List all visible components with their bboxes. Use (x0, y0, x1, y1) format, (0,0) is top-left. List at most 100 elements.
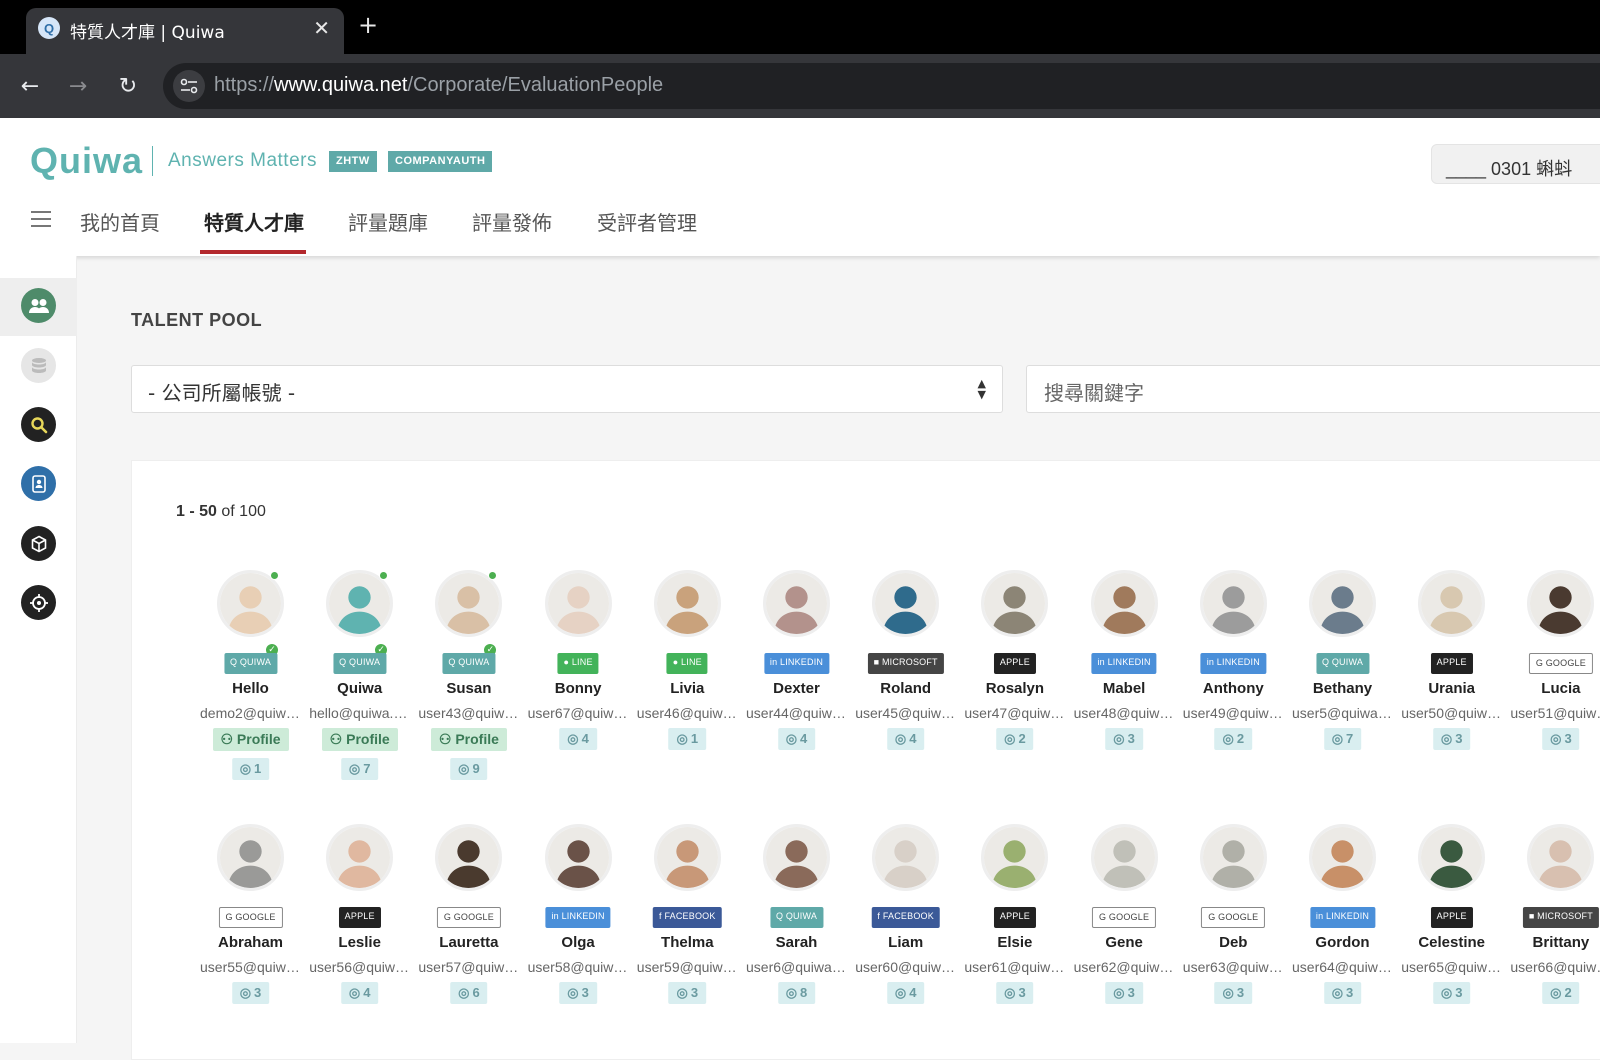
fingerprint-count-badge[interactable]: ◎ 7 (340, 758, 379, 780)
person-card[interactable]: ● LINE Livia user46@quiwa.net ◎1 (633, 570, 742, 800)
person-card[interactable]: ● LINE Bonny user67@quiwa.net ◎4 (524, 570, 633, 800)
avatar[interactable] (1090, 570, 1158, 637)
tab-assessee-management[interactable]: 受評者管理 (597, 207, 697, 236)
tab-publish[interactable]: 評量發佈 (472, 207, 552, 236)
person-card[interactable]: in LINKEDIN Mabel user48@quiwa.net ◎3 (1070, 570, 1179, 800)
avatar[interactable] (326, 824, 394, 891)
people-icon[interactable] (21, 288, 56, 323)
fingerprint-count-badge[interactable]: ◎ 4 (886, 728, 925, 750)
avatar[interactable] (435, 824, 503, 891)
account-button[interactable]: ____ 0301 蝌蚪 (1431, 144, 1600, 184)
profile-button[interactable]: ⚇ Profile (212, 728, 289, 751)
tab-home[interactable]: 我的首頁 (80, 207, 160, 236)
person-card[interactable]: APPLE Leslie user56@quiwa.net ◎4 (305, 824, 414, 1054)
search-input[interactable]: 搜尋關鍵字 (1026, 365, 1600, 413)
reload-icon[interactable]: ↻ (110, 68, 146, 104)
fingerprint-count-badge[interactable]: ◎ 7 (1323, 728, 1362, 750)
fingerprint-count-badge[interactable]: ◎ 9 (450, 758, 488, 780)
quiwa-logo[interactable]: Quiwa (30, 140, 143, 182)
account-select[interactable]: - 公司所屬帳號 - ▲ ▼ (131, 365, 1003, 413)
fingerprint-count-badge[interactable]: ◎ 1 (231, 758, 270, 780)
fingerprint-count-badge[interactable]: ◎ 4 (777, 728, 816, 750)
fingerprint-count-badge[interactable]: ◎ 1 (668, 728, 707, 750)
fingerprint-count-badge[interactable]: ◎ 4 (886, 982, 925, 1004)
browser-tab[interactable]: Q 特質人才庫 | Quiwa ✕ (26, 8, 344, 54)
fingerprint-count-badge[interactable]: ◎ 4 (340, 982, 379, 1004)
fingerprint-count-badge[interactable]: ◎ 2 (996, 728, 1034, 750)
person-card[interactable]: f FACEBOOK Liam user60@quiwa.net ◎4 (851, 824, 960, 1054)
fingerprint-count-badge[interactable]: ◎ 3 (996, 982, 1034, 1004)
avatar[interactable] (217, 570, 284, 637)
avatar[interactable] (1527, 824, 1595, 891)
forward-icon[interactable]: → (60, 68, 96, 104)
avatar[interactable] (763, 570, 830, 637)
fingerprint-count-badge[interactable]: ◎ 3 (1432, 728, 1471, 750)
person-card[interactable]: G GOOGLE Abraham user55@quiwa.net ◎3 (196, 824, 305, 1054)
person-card[interactable]: ✓ Q QUIWA Quiwa hello@quiwa.net ⚇ Profile ◎ 7 (305, 570, 414, 800)
database-icon[interactable] (21, 348, 56, 383)
fingerprint-count-badge[interactable]: ◎ 3 (1432, 982, 1471, 1004)
fingerprint-count-badge[interactable]: ◎ 6 (450, 982, 488, 1004)
close-tab-icon[interactable]: ✕ (313, 16, 330, 40)
avatar[interactable] (981, 824, 1049, 891)
person-card[interactable]: in LINKEDIN Anthony user49@quiwa.net ◎2 (1179, 570, 1288, 800)
fingerprint-count-badge[interactable]: ◎ 2 (1214, 728, 1253, 750)
fingerprint-count-badge[interactable]: ◎ 4 (559, 728, 597, 750)
person-card[interactable]: APPLE Urania user50@quiwa.net ◎3 (1397, 570, 1506, 800)
person-card[interactable]: in LINKEDIN Olga user58@quiwa.net ◎3 (524, 824, 633, 1054)
avatar[interactable] (1090, 824, 1158, 891)
back-icon[interactable]: ← (12, 68, 48, 104)
person-card[interactable]: APPLE Rosalyn user47@quiwa.net ◎2 (960, 570, 1069, 800)
avatar[interactable] (653, 824, 721, 891)
fingerprint-count-badge[interactable]: ◎ 2 (1542, 982, 1580, 1004)
person-card[interactable]: ✓Q QUIWASusanuser43@quiwa.net⚇ Profile◎9 (414, 570, 523, 800)
search-icon[interactable] (21, 407, 56, 442)
tab-talent-pool[interactable]: 特質人才庫 (204, 207, 304, 236)
avatar[interactable] (1527, 570, 1595, 637)
avatar[interactable] (1309, 824, 1376, 891)
avatar[interactable] (326, 570, 394, 637)
crosshair-icon[interactable] (21, 585, 56, 620)
avatar[interactable] (217, 824, 284, 891)
person-card[interactable]: Q QUIWA Bethany user5@quiwa.net ◎ 7 (1288, 570, 1397, 800)
fingerprint-count-badge[interactable]: ◎ 3 (1105, 982, 1143, 1004)
avatar[interactable] (653, 570, 721, 637)
person-card[interactable]: in LINKEDIN Gordon user64@quiwa.net ◎3 (1288, 824, 1397, 1054)
person-card[interactable]: Q QUIWA Sarah user6@quiwa.net ◎ 8 (742, 824, 851, 1054)
person-card[interactable]: ■ MICROSOFT Roland user45@quiwa.net ◎4 (851, 570, 960, 800)
avatar[interactable] (1199, 824, 1267, 891)
fingerprint-count-badge[interactable]: ◎ 3 (559, 982, 597, 1004)
avatar[interactable] (763, 824, 830, 891)
person-card[interactable]: ✓Q QUIWAHellodemo2@quiwa.net⚇ Profile◎1 (196, 570, 305, 800)
person-card[interactable]: G GOOGLE Gene user62@quiwa.net ◎3 (1070, 824, 1179, 1054)
avatar[interactable] (435, 570, 503, 637)
person-card[interactable]: f FACEBOOK Thelma user59@quiwa.net ◎3 (633, 824, 742, 1054)
address-bar[interactable]: https://www.quiwa.net/Corporate/Evaluati… (163, 63, 1600, 109)
person-card[interactable]: APPLE Celestine user65@quiwa.net ◎3 (1397, 824, 1506, 1054)
avatar[interactable] (1418, 570, 1486, 637)
fingerprint-count-badge[interactable]: ◎ 3 (1542, 728, 1580, 750)
person-card[interactable]: G GOOGLE Deb user63@quiwa.net ◎3 (1179, 824, 1288, 1054)
person-card[interactable]: ■ MICROSOFT Brittany user66@quiwa.net ◎2 (1506, 824, 1600, 1054)
person-card[interactable]: in LINKEDIN Dexter user44@quiwa.net ◎4 (742, 570, 851, 800)
avatar[interactable] (981, 570, 1049, 637)
fingerprint-count-badge[interactable]: ◎ 3 (231, 982, 270, 1004)
cube-icon[interactable] (21, 526, 56, 561)
fingerprint-count-badge[interactable]: ◎ 3 (1323, 982, 1362, 1004)
avatar[interactable] (872, 570, 940, 637)
fingerprint-count-badge[interactable]: ◎ 3 (1214, 982, 1253, 1004)
person-card[interactable]: G GOOGLE Lucia user51@quiwa.net ◎3 (1506, 570, 1600, 800)
profile-button[interactable]: ⚇ Profile (430, 728, 507, 751)
new-tab-icon[interactable]: + (358, 11, 378, 39)
avatar[interactable] (1418, 824, 1486, 891)
avatar[interactable] (544, 570, 612, 637)
profile-button[interactable]: ⚇ Profile (321, 728, 398, 751)
hamburger-menu-icon[interactable] (31, 211, 51, 227)
fingerprint-count-badge[interactable]: ◎ 3 (1105, 728, 1143, 750)
site-settings-icon[interactable] (173, 70, 205, 102)
avatar[interactable] (1309, 570, 1376, 637)
person-card[interactable]: APPLE Elsie user61@quiwa.net ◎3 (960, 824, 1069, 1054)
fingerprint-count-badge[interactable]: ◎ 3 (668, 982, 707, 1004)
avatar[interactable] (872, 824, 940, 891)
contacts-icon[interactable] (21, 466, 56, 501)
